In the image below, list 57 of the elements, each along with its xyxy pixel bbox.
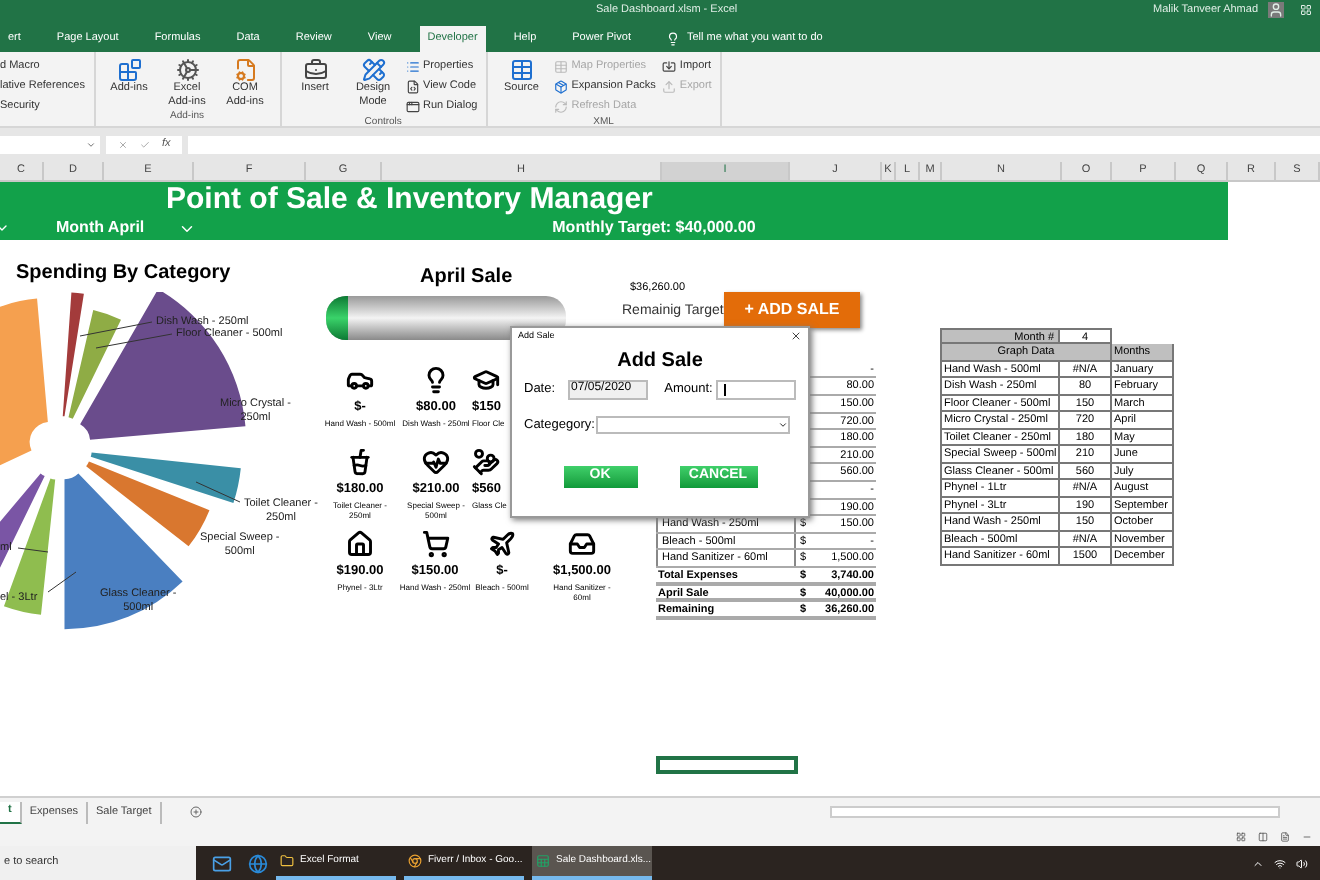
- dropdown-icon: [86, 139, 96, 150]
- briefcase-icon: [303, 57, 327, 82]
- leader-line: [195, 481, 241, 503]
- network-icon[interactable]: [1274, 857, 1286, 870]
- chart-title: April Sale: [420, 263, 513, 292]
- folder-icon: [280, 854, 294, 869]
- tray-chevron-icon[interactable]: [1252, 857, 1264, 870]
- heart-pulse-icon: [422, 447, 450, 476]
- close-icon[interactable]: [790, 330, 802, 343]
- dashboard-title: Point of Sale & Inventory Manager: [166, 181, 655, 218]
- plane-icon: [488, 529, 516, 558]
- avatar-icon: [1268, 2, 1284, 19]
- package-icon: [553, 79, 568, 94]
- lightbulb-icon: [666, 31, 681, 46]
- enter-icon[interactable]: [140, 139, 150, 150]
- pencil-ruler-icon: [361, 57, 385, 82]
- table-icon: [553, 59, 568, 74]
- amount-field[interactable]: [716, 379, 796, 400]
- list-icon: [405, 59, 419, 74]
- file-code-icon: [405, 79, 419, 94]
- leader-line: [17, 547, 49, 553]
- volume-icon[interactable]: [1296, 857, 1308, 870]
- browser-icon[interactable]: [248, 853, 268, 874]
- page-layout-icon[interactable]: [1258, 831, 1268, 842]
- leader-line: [47, 571, 77, 593]
- graduation-cap-icon: [472, 365, 500, 394]
- page-break-icon[interactable]: [1280, 831, 1290, 842]
- table-icon: [509, 57, 534, 82]
- file-cog-icon: [233, 57, 257, 82]
- spreadsheet-icon: [536, 854, 550, 869]
- formula-field[interactable]: [188, 135, 1320, 154]
- selected-cell[interactable]: [656, 755, 798, 774]
- month-label: Month April: [56, 216, 145, 241]
- cog-icon: [175, 57, 199, 82]
- dialog-heading: Add Sale: [615, 349, 705, 374]
- add-sheet-icon[interactable]: [189, 806, 202, 819]
- chart-title: Spending By Category: [16, 259, 231, 288]
- normal-view-icon[interactable]: [1236, 831, 1246, 842]
- export-icon: [661, 79, 676, 94]
- inbox-icon: [568, 529, 596, 558]
- zoom-out-icon[interactable]: [1302, 831, 1312, 842]
- hand-coins-icon: [472, 447, 500, 476]
- import-icon: [661, 59, 676, 74]
- browser-icon: [408, 854, 422, 869]
- target-label: Monthly Target: $40,000.00: [552, 216, 756, 241]
- house-icon: [346, 529, 374, 558]
- dropdown-icon: [778, 420, 789, 431]
- cup-icon: [346, 447, 374, 476]
- refresh-icon: [553, 99, 568, 114]
- lightbulb-icon: [422, 365, 450, 394]
- blocks-icon: [117, 57, 141, 82]
- mail-icon[interactable]: [212, 853, 232, 874]
- window-icon: [405, 99, 419, 114]
- category-dropdown[interactable]: [596, 416, 791, 435]
- cart-icon: [421, 529, 449, 558]
- ribbon-display-icon[interactable]: [1300, 4, 1312, 17]
- horizontal-scrollbar[interactable]: [830, 806, 1280, 819]
